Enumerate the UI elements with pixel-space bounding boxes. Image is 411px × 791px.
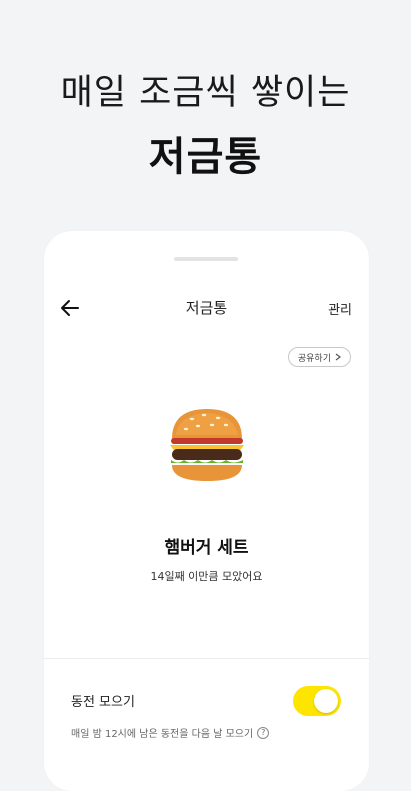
share-label: 공유하기 <box>297 353 331 364</box>
manage-button[interactable]: 관리 <box>328 299 352 318</box>
phone-notch <box>174 257 238 261</box>
app-header: 저금통 관리 <box>44 293 369 323</box>
goal-progress-text: 14일째 이만큼 모았어요 <box>150 570 263 583</box>
question-icon[interactable]: ? <box>257 726 270 739</box>
share-button[interactable]: 공유하기 <box>287 347 351 367</box>
coin-collect-toggle[interactable] <box>293 686 341 716</box>
coin-collect-description: 매일 밤 12시에 남은 동전을 다음 날 모으기 ? <box>71 725 270 740</box>
coin-collect-description-text: 매일 밤 12시에 남은 동전을 다음 날 모으기 <box>71 729 254 740</box>
toggle-knob <box>314 689 338 713</box>
promo-title: 저금통 <box>148 134 263 180</box>
coin-collect-label: 동전 모으기 <box>71 695 135 710</box>
phone-frame: 저금통 관리 공유하기 햄버거 세트 14일째 이만큼 모았어요 동전 모으기 … <box>44 231 369 791</box>
promo-headline: 매일 조금씩 쌓이는 <box>60 73 351 113</box>
page-title: 저금통 <box>185 299 228 317</box>
goal-name: 햄버거 세트 <box>164 538 249 558</box>
chevron-right-icon <box>335 353 341 361</box>
hamburger-icon <box>170 409 244 481</box>
section-divider <box>44 658 369 659</box>
